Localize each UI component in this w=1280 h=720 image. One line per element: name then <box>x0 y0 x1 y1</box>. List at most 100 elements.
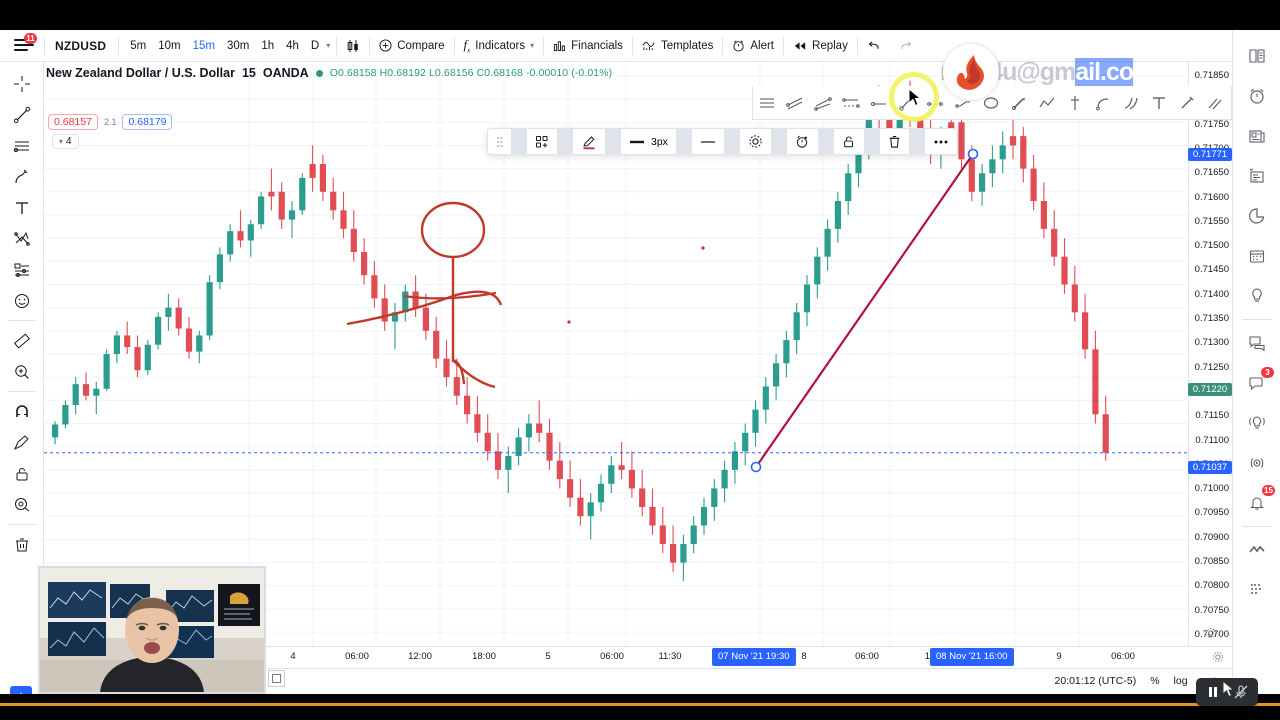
drag-handle[interactable] <box>488 128 511 155</box>
line-color-button[interactable] <box>573 128 605 155</box>
drawing-settings-button[interactable] <box>740 128 771 155</box>
tool-double-curve[interactable] <box>1117 86 1145 120</box>
chevron-down-icon[interactable]: ▾ <box>530 41 534 50</box>
time-tick-label: 8 <box>801 651 807 662</box>
right-item-alerts[interactable] <box>1233 76 1280 116</box>
sidebar-tool-position[interactable] <box>0 254 44 285</box>
sidebar-tool-hide[interactable] <box>0 489 44 520</box>
tool-flat-channel[interactable] <box>837 86 865 120</box>
time-tag: 08 Nov '21 16:00 <box>930 648 1014 666</box>
sidebar-tool-drawing-mode[interactable] <box>0 427 44 458</box>
tool-highlighter[interactable] <box>1201 86 1229 120</box>
watermark-selected-text: ail.co <box>1075 58 1134 86</box>
sidebar-tool-remove[interactable] <box>0 529 44 560</box>
financials-button[interactable]: Financials <box>544 30 632 62</box>
sidebar-tool-lock[interactable] <box>0 458 44 489</box>
tool-arrow-marker[interactable] <box>1005 86 1033 120</box>
chart-style-button[interactable] <box>337 30 369 62</box>
tool-ray[interactable] <box>865 86 893 120</box>
tool-curve[interactable] <box>1089 86 1117 120</box>
tf-5m[interactable]: 5m <box>125 40 151 52</box>
price-tick-label: 0.71400 <box>1194 288 1229 300</box>
right-item-notifications[interactable]: 15 <box>1233 483 1280 523</box>
tool-info-line[interactable] <box>921 86 949 120</box>
drawing-more-button[interactable] <box>925 128 957 155</box>
time-tick-label: 18:00 <box>472 651 496 662</box>
measure-icon <box>14 332 30 349</box>
right-item-news[interactable] <box>1233 116 1280 156</box>
drawing-tools-flyout[interactable] <box>752 86 1232 120</box>
right-item-followers[interactable] <box>1233 530 1280 570</box>
tf-15m[interactable]: 15m <box>188 40 220 52</box>
price-axis-settings-button[interactable] <box>1189 626 1233 644</box>
price-axis[interactable]: 0.718500.718000.717500.717000.716500.716… <box>1188 62 1233 664</box>
tool-horizontal-lines[interactable] <box>753 86 781 120</box>
right-item-chat[interactable] <box>1233 323 1280 363</box>
right-item-stream[interactable] <box>1233 403 1280 443</box>
add-object-button[interactable] <box>527 128 557 155</box>
right-item-calendar[interactable] <box>1233 236 1280 276</box>
sidebar-tool-trend-line[interactable] <box>0 99 44 130</box>
line-width-button[interactable]: 3px <box>621 128 676 155</box>
main-menu-button[interactable]: 11 <box>0 30 44 62</box>
replay-button[interactable]: Replay <box>784 30 857 62</box>
templates-button[interactable]: Templates <box>633 30 722 62</box>
tool-zigzag[interactable] <box>1033 86 1061 120</box>
chart-legend: New Zealand Dollar / U.S. Dollar 15 OAND… <box>46 66 612 80</box>
tf-1h[interactable]: 1h <box>256 40 279 52</box>
redo-button[interactable] <box>890 30 922 62</box>
right-item-watchlist[interactable] <box>1233 36 1280 76</box>
double-curve-icon <box>1124 97 1138 110</box>
time-tick-label: 4 <box>290 651 296 662</box>
right-toolbar: 3 15 <box>1232 30 1280 694</box>
drawing-lock-button[interactable] <box>834 128 864 155</box>
sidebar-tool-brush[interactable] <box>0 161 44 192</box>
drawing-alert-button[interactable] <box>787 128 818 155</box>
tf-10m[interactable]: 10m <box>153 40 185 52</box>
tf-d[interactable]: D <box>306 40 324 52</box>
legend-ohlc: O0.68158 H0.68192 L0.68156 C0.68168 -0.0… <box>329 67 613 79</box>
log-scale-button[interactable]: log <box>1174 675 1188 687</box>
right-item-ideas[interactable] <box>1233 276 1280 316</box>
tool-cross-line[interactable] <box>1061 86 1089 120</box>
alert-button[interactable]: Alert <box>723 30 783 62</box>
symbol-search-button[interactable]: NZDUSD <box>45 30 118 62</box>
undo-button[interactable] <box>858 30 890 62</box>
price-tick-label: 0.71850 <box>1194 70 1229 81</box>
right-item-order-panel[interactable] <box>1233 570 1280 610</box>
right-item-broadcast[interactable] <box>1233 443 1280 483</box>
right-item-hotlist[interactable] <box>1233 196 1280 236</box>
indicators-button[interactable]: fx Indicators ▾ <box>455 30 544 62</box>
tf-30m[interactable]: 30m <box>222 40 254 52</box>
sidebar-tool-patterns[interactable] <box>0 223 44 254</box>
line-style-button[interactable] <box>692 128 724 155</box>
tf-4h[interactable]: 4h <box>281 40 304 52</box>
sidebar-tool-horizontal-ray[interactable] <box>0 130 44 161</box>
drawing-properties-toolbar[interactable]: 3px <box>487 128 958 155</box>
sidebar-tool-crosshair[interactable] <box>0 68 44 99</box>
tool-parallel-channel[interactable] <box>781 86 809 120</box>
legend-title[interactable]: New Zealand Dollar / U.S. Dollar <box>46 66 235 80</box>
bid-price[interactable]: 0.68157 <box>48 114 98 130</box>
percent-scale-button[interactable]: % <box>1150 675 1159 687</box>
ask-price[interactable]: 0.68179 <box>122 114 173 130</box>
time-axis-settings-button[interactable] <box>1212 650 1224 668</box>
webcam-resize-button[interactable] <box>268 670 285 687</box>
sidebar-tool-text[interactable] <box>0 192 44 223</box>
tool-brush[interactable] <box>1173 86 1201 120</box>
webcam-overlay[interactable] <box>38 566 266 694</box>
lot-size-selector[interactable]: ▾ 4 <box>52 134 79 149</box>
sidebar-tool-magnet[interactable] <box>0 396 44 427</box>
sidebar-tool-emoji[interactable] <box>0 285 44 316</box>
tool-disjoint-channel[interactable] <box>809 86 837 120</box>
compare-button[interactable]: Compare <box>370 30 453 62</box>
drawing-delete-button[interactable] <box>880 128 909 155</box>
right-item-data-window[interactable] <box>1233 156 1280 196</box>
tool-text[interactable] <box>1145 86 1173 120</box>
sidebar-tool-measure[interactable] <box>0 325 44 356</box>
spread-value: 2.1 <box>103 117 117 127</box>
chevron-down-icon[interactable]: ▾ <box>326 41 330 50</box>
sidebar-tool-zoom[interactable] <box>0 356 44 387</box>
right-item-private-chat[interactable]: 3 <box>1233 363 1280 403</box>
price-tick-label: 0.70800 <box>1194 580 1229 592</box>
